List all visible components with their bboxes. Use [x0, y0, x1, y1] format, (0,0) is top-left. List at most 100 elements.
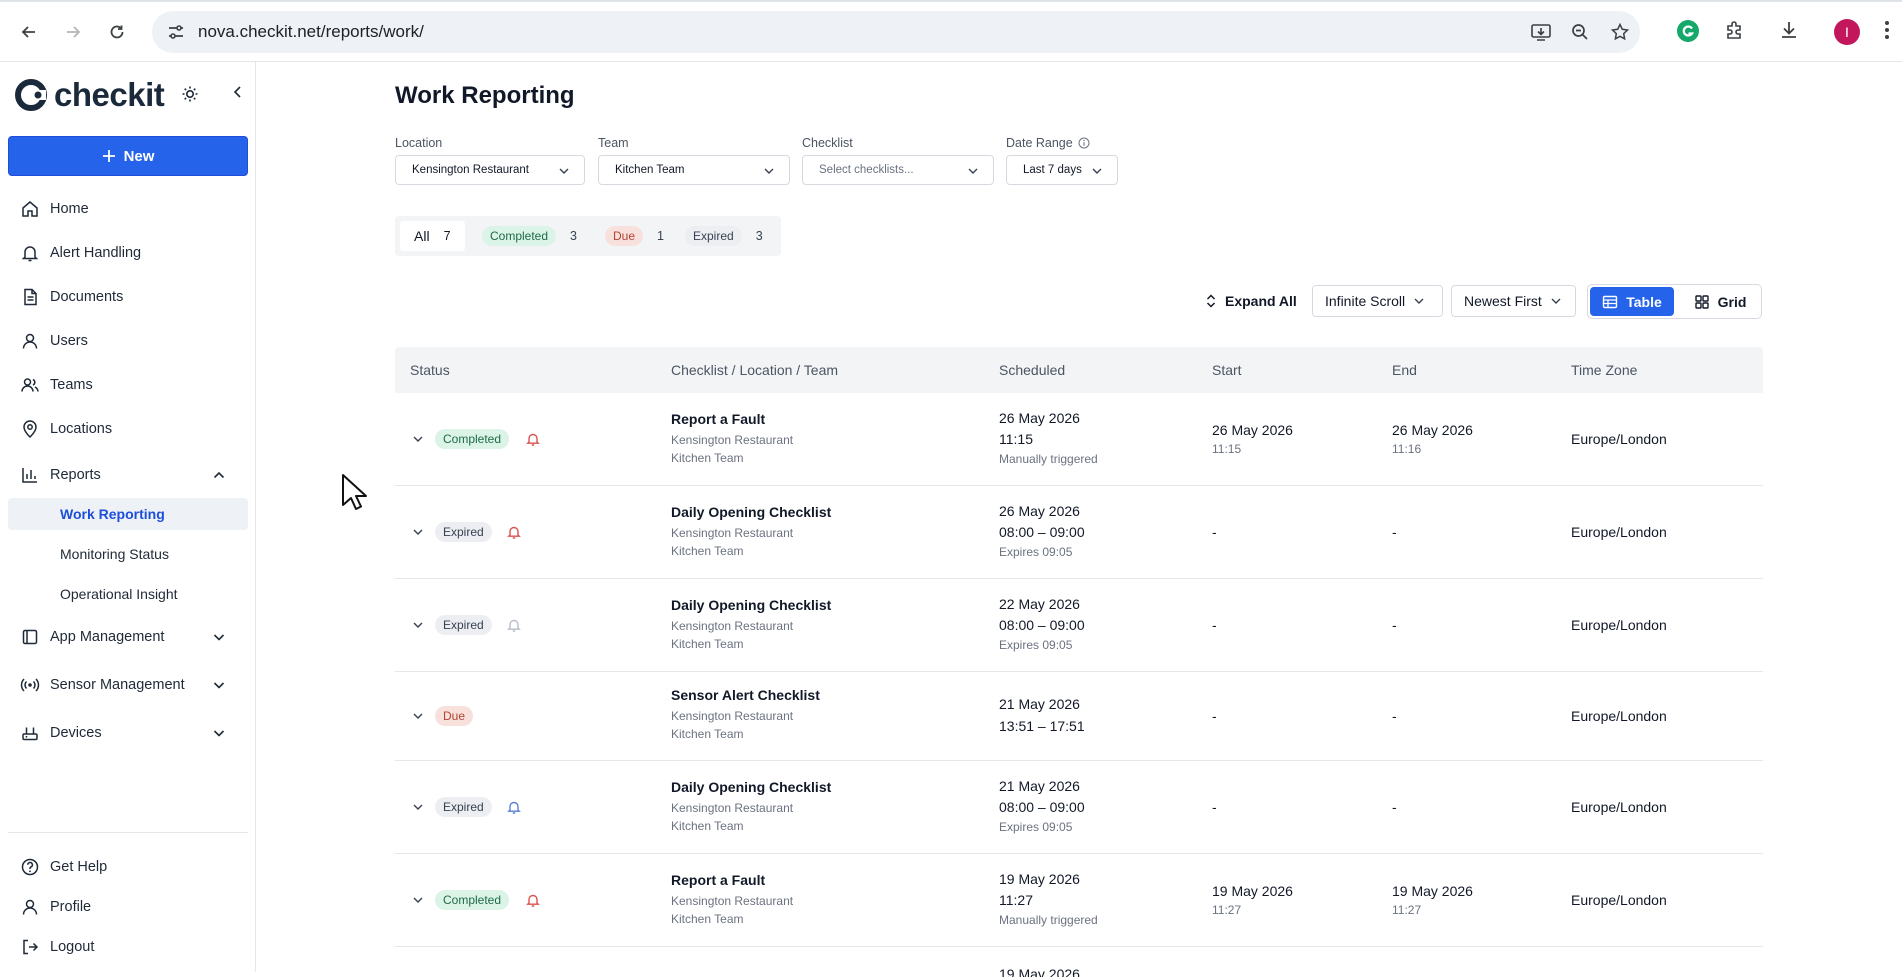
bell-icon[interactable]: [506, 524, 522, 540]
bar-chart-icon: [20, 465, 40, 485]
status-badge: Expired: [435, 615, 492, 635]
theme-toggle-icon[interactable]: [180, 84, 200, 104]
forward-icon[interactable]: [60, 19, 86, 45]
checkit-logo-mark-icon: [14, 78, 48, 112]
end-date: 19 May 2026: [1392, 883, 1473, 899]
tab-completed[interactable]: Completed 3: [482, 221, 577, 251]
team-select[interactable]: Kitchen Team: [598, 155, 790, 185]
date-range-select[interactable]: Last 7 days: [1006, 155, 1118, 185]
address-bar[interactable]: nova.checkit.net/reports/work/: [152, 11, 1640, 53]
scheduled-time: 08:00 – 09:00: [999, 799, 1085, 815]
scheduled-time: 08:00 – 09:00: [999, 617, 1085, 633]
downloads-icon[interactable]: [1778, 19, 1800, 41]
document-icon: [20, 287, 40, 307]
site-settings-icon[interactable]: [166, 22, 186, 42]
url-text: nova.checkit.net/reports/work/: [198, 22, 424, 41]
bookmark-star-icon[interactable]: [1610, 22, 1630, 42]
nav-get-help[interactable]: Get Help: [20, 855, 107, 879]
expand-row-chevron-icon[interactable]: [412, 710, 424, 722]
scheduled-time: 11:15: [999, 431, 1033, 447]
expand-row-chevron-icon[interactable]: [412, 619, 424, 631]
browser-menu-icon[interactable]: [1884, 19, 1890, 41]
table-row-partial[interactable]: 19 May 2026: [395, 947, 1763, 977]
table-row[interactable]: Expired Daily Opening Checklist Kensingt…: [395, 761, 1763, 854]
column-header-checklist[interactable]: Checklist / Location / Team: [671, 362, 838, 378]
column-header-start[interactable]: Start: [1212, 362, 1242, 378]
nav-label: Sensor Management: [50, 677, 185, 693]
bell-icon[interactable]: [506, 617, 522, 633]
chevron-down-icon: [1091, 165, 1103, 177]
sub-nav-monitoring-status[interactable]: Monitoring Status: [8, 538, 248, 570]
start-date: 19 May 2026: [1212, 883, 1293, 899]
grammarly-icon[interactable]: [1676, 19, 1700, 43]
zoom-icon[interactable]: [1570, 22, 1590, 42]
nav-devices[interactable]: Devices: [20, 721, 248, 745]
time-zone: Europe/London: [1571, 708, 1667, 724]
collapse-sidebar-icon[interactable]: [230, 84, 246, 100]
profile-avatar[interactable]: I: [1834, 19, 1860, 45]
table-row[interactable]: Completed Report a Fault Kensington Rest…: [395, 854, 1763, 947]
bell-icon[interactable]: [525, 431, 541, 447]
table-row[interactable]: Expired Daily Opening Checklist Kensingt…: [395, 579, 1763, 672]
nav-locations[interactable]: Locations: [20, 417, 112, 441]
sub-nav-work-reporting[interactable]: Work Reporting: [8, 498, 248, 530]
scheduled-date: 21 May 2026: [999, 696, 1080, 712]
time-zone: Europe/London: [1571, 617, 1667, 633]
nav-profile[interactable]: Profile: [20, 895, 91, 919]
nav-logout[interactable]: Logout: [20, 935, 94, 959]
bell-icon[interactable]: [525, 892, 541, 908]
column-header-end[interactable]: End: [1392, 362, 1417, 378]
tab-due[interactable]: Due 1: [605, 221, 664, 251]
app-management-icon: [20, 627, 40, 647]
sort-select[interactable]: Newest First: [1451, 285, 1576, 317]
nav-alert-handling[interactable]: Alert Handling: [20, 241, 141, 265]
nav-users[interactable]: Users: [20, 329, 88, 353]
tab-all[interactable]: All 7: [400, 221, 465, 251]
expand-collapse-icon: [1205, 293, 1217, 309]
nav-label: Logout: [50, 939, 95, 955]
column-header-time-zone[interactable]: Time Zone: [1571, 362, 1637, 378]
tab-expired[interactable]: Expired 3: [685, 221, 763, 251]
location-select[interactable]: Kensington Restaurant: [395, 155, 585, 185]
expand-all-button[interactable]: Expand All: [1205, 285, 1297, 317]
start-date: -: [1212, 617, 1217, 633]
nav-documents[interactable]: Documents: [20, 285, 123, 309]
nav-app-management[interactable]: App Management: [20, 625, 248, 649]
expand-row-chevron-icon[interactable]: [412, 433, 424, 445]
table-row[interactable]: Expired Daily Opening Checklist Kensingt…: [395, 486, 1763, 579]
checklist-select[interactable]: Select checklists...: [802, 155, 994, 185]
grid-view-button[interactable]: Grid: [1684, 287, 1756, 316]
help-circle-icon: [20, 857, 40, 877]
date-range-label-text: Date Range: [1006, 136, 1073, 150]
install-app-icon[interactable]: [1530, 22, 1552, 42]
sort-value: Newest First: [1464, 293, 1542, 309]
bell-icon[interactable]: [506, 799, 522, 815]
nav-home[interactable]: Home: [20, 197, 89, 221]
nav-reports[interactable]: Reports: [20, 463, 248, 487]
expand-row-chevron-icon[interactable]: [412, 526, 424, 538]
expand-row-chevron-icon[interactable]: [412, 801, 424, 813]
checkit-logo[interactable]: checkit: [14, 76, 165, 114]
column-header-status[interactable]: Status: [410, 362, 450, 378]
extensions-icon[interactable]: [1724, 19, 1746, 41]
expand-row-chevron-icon[interactable]: [412, 894, 424, 906]
time-zone: Europe/London: [1571, 799, 1667, 815]
nav-sensor-management[interactable]: Sensor Management: [20, 673, 248, 697]
info-icon[interactable]: [1078, 137, 1090, 149]
nav-teams[interactable]: Teams: [20, 373, 93, 397]
table-row[interactable]: Due Sensor Alert Checklist Kensington Re…: [395, 672, 1763, 761]
table-header: Status Checklist / Location / Team Sched…: [395, 347, 1763, 393]
nav-label: Teams: [50, 377, 93, 393]
reload-icon[interactable]: [104, 19, 130, 45]
scroll-mode-select[interactable]: Infinite Scroll: [1312, 285, 1443, 317]
column-header-scheduled[interactable]: Scheduled: [999, 362, 1065, 378]
start-date: 26 May 2026: [1212, 422, 1293, 438]
table-row[interactable]: Completed Report a Fault Kensington Rest…: [395, 393, 1763, 486]
status-badge: Due: [435, 706, 474, 726]
back-icon[interactable]: [16, 19, 42, 45]
new-button[interactable]: New: [8, 136, 248, 176]
table-view-button[interactable]: Table: [1590, 287, 1674, 316]
time-zone: Europe/London: [1571, 524, 1667, 540]
sub-nav-operational-insight[interactable]: Operational Insight: [8, 578, 248, 610]
row-location: Kensington Restaurant: [671, 801, 794, 815]
